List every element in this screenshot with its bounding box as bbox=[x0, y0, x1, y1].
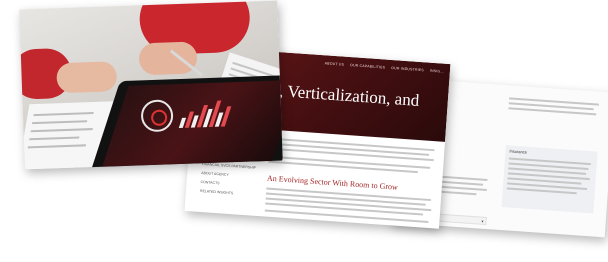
hero-photo bbox=[19, 0, 283, 170]
hand bbox=[138, 41, 198, 76]
callout-box: Insurance bbox=[501, 145, 598, 214]
sidenav-item-partnership[interactable]: FINANCIAL SVCS PARTNERSHIP bbox=[202, 162, 262, 170]
nav-item-about[interactable]: ABOUT US bbox=[325, 61, 345, 66]
bar-graphic bbox=[178, 100, 234, 129]
sidenav-item-contacts[interactable]: CONTACTS bbox=[200, 180, 260, 188]
nav-item-capabilities[interactable]: OUR CAPABILITIES bbox=[350, 63, 385, 69]
chevron-down-icon: ▾ bbox=[481, 218, 484, 224]
top-nav: ABOUT US OUR CAPABILITIES OUR INDUSTRIES… bbox=[325, 61, 444, 73]
sidenav-item-about[interactable]: ABOUT AGENCY bbox=[201, 171, 261, 179]
sidenav-item-related[interactable]: RELATED INSIGHTS bbox=[200, 189, 260, 197]
nav-item-insights[interactable]: INSIG... bbox=[430, 69, 444, 74]
nav-item-industries[interactable]: OUR INDUSTRIES bbox=[391, 66, 424, 72]
hand bbox=[56, 61, 118, 94]
callout-title: Insurance bbox=[509, 148, 528, 155]
